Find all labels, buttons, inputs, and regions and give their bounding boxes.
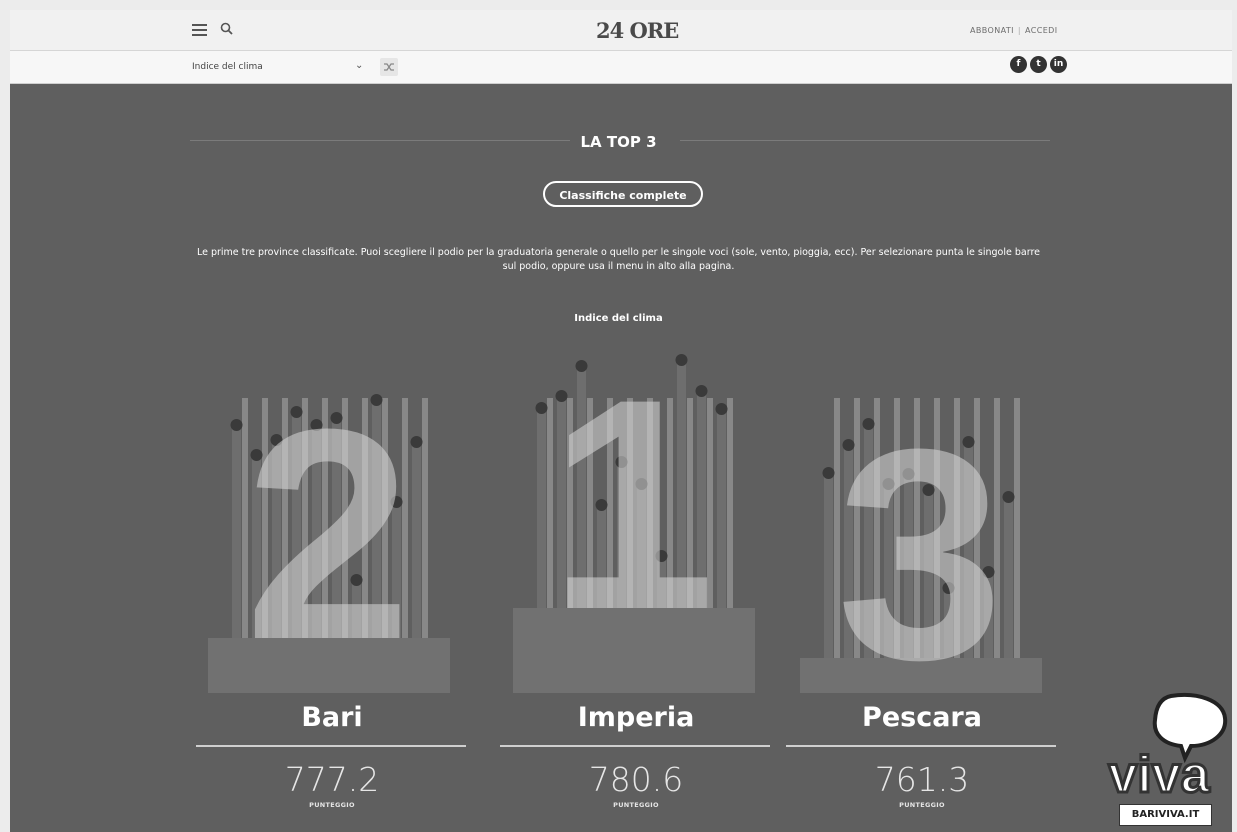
city-name-bari[interactable]: Bari [196, 702, 468, 733]
podium-bar-dot[interactable] [410, 436, 423, 448]
divider [786, 745, 1056, 747]
podium-stripe [422, 398, 428, 638]
watermark-site-label: BARIVIVA.IT [1119, 804, 1212, 826]
score-label: PUNTEGGIO [899, 801, 945, 809]
rank-numeral-1: 1 [549, 336, 716, 672]
podium-bar-dot[interactable] [535, 402, 548, 414]
score-label: PUNTEGGIO [309, 801, 355, 809]
podium-bar[interactable] [1004, 497, 1013, 658]
score-value: 761.3 [874, 760, 970, 799]
podium-bar[interactable] [717, 409, 726, 608]
watermark-logo-text: viva [1108, 746, 1210, 804]
podium-bar[interactable] [537, 408, 546, 608]
city-name-imperia[interactable]: Imperia [500, 702, 772, 733]
rank-numeral-3: 3 [837, 386, 1004, 722]
podium-bar-dot[interactable] [715, 403, 728, 415]
score-value: 777.2 [284, 760, 380, 799]
score-value: 780.6 [588, 760, 684, 799]
divider [196, 745, 466, 747]
score-label: PUNTEGGIO [613, 801, 659, 809]
city-name-pescara[interactable]: Pescara [786, 702, 1058, 733]
podium-stripe [727, 398, 733, 608]
podium-bar[interactable] [412, 442, 421, 638]
podium-bar[interactable] [232, 425, 241, 638]
podium-bar-dot[interactable] [1002, 491, 1015, 503]
podium-bar-dot[interactable] [230, 419, 243, 431]
podium-bar[interactable] [824, 473, 833, 658]
podium-bar-dot[interactable] [822, 467, 835, 479]
podium-stripe [1014, 398, 1020, 658]
divider [500, 745, 770, 747]
rank-numeral-2: 2 [245, 366, 412, 702]
